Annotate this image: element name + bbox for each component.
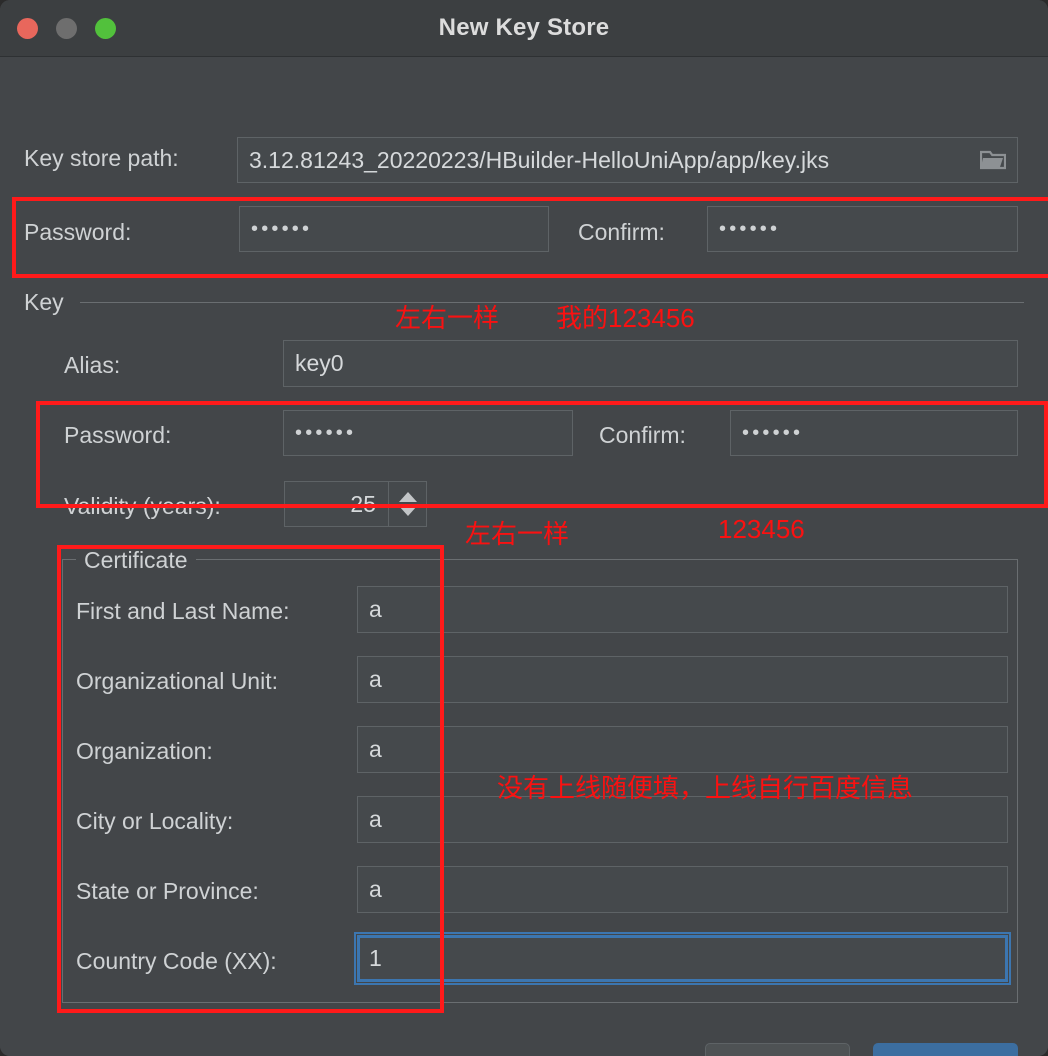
window-title: New Key Store [438,14,610,41]
cert-city-locality-value: a [369,806,382,832]
new-key-store-dialog: New Key Store Key store path: 3.12.81243… [0,0,1048,1056]
title-bar: New Key Store [0,0,1048,57]
certificate-group-label: Certificate [76,547,196,574]
key-password-input[interactable]: •••••• [283,410,573,456]
store-password-input[interactable]: •••••• [239,206,549,252]
cert-country-code-value: 1 [369,945,382,971]
annotation-store-value: 我的123456 [556,303,695,333]
key-store-path-value: 3.12.81243_20220223/HBuilder-HelloUniApp… [249,146,830,173]
key-password-label: Password: [64,422,172,448]
stepper-down-icon[interactable] [398,506,417,516]
annotation-store-same: 左右一样 [395,303,500,333]
ok-button[interactable]: OK [873,1043,1018,1056]
cert-organization-input[interactable]: a [357,726,1008,773]
cert-country-code-label: Country Code (XX): [76,948,277,974]
dialog-body: Key store path: 3.12.81243_20220223/HBui… [0,57,1048,1056]
store-confirm-label: Confirm: [578,219,665,245]
cert-organization-value: a [369,736,382,762]
key-confirm-label: Confirm: [599,422,686,448]
key-group-label: Key [24,289,64,315]
cert-first-last-name-value: a [369,596,382,622]
store-confirm-value: •••••• [719,217,781,240]
key-confirm-input[interactable]: •••••• [730,410,1018,456]
cert-first-last-name-input[interactable]: a [357,586,1008,633]
validity-label: Validity (years): [64,493,221,519]
validity-stepper[interactable]: 25 [284,481,427,527]
validity-stepper-buttons[interactable] [388,482,426,526]
store-confirm-input[interactable]: •••••• [707,206,1018,252]
annotation-key-value: 123456 [718,514,805,544]
annotation-key-same: 左右一样 [465,519,570,549]
stepper-up-icon[interactable] [398,492,417,502]
key-password-value: •••••• [295,421,357,444]
store-password-value: •••••• [251,217,313,240]
alias-label: Alias: [64,352,121,378]
cert-organization-label: Organization: [76,738,213,764]
key-store-path-input[interactable]: 3.12.81243_20220223/HBuilder-HelloUniApp… [237,137,1018,183]
cert-state-province-label: State or Province: [76,878,259,904]
cert-first-last-name-label: First and Last Name: [76,598,290,624]
key-confirm-value: •••••• [742,421,804,444]
cert-state-province-input[interactable]: a [357,866,1008,913]
key-store-path-label: Key store path: [24,145,179,171]
cert-city-locality-input[interactable]: a [357,796,1008,843]
cert-organizational-unit-input[interactable]: a [357,656,1008,703]
cert-organizational-unit-value: a [369,666,382,692]
store-password-label: Password: [24,219,132,245]
cert-country-code-input[interactable]: 1 [354,932,1011,985]
key-group-divider [80,302,1024,303]
alias-input[interactable]: key0 [283,340,1018,387]
cert-organizational-unit-label: Organizational Unit: [76,668,278,694]
alias-value: key0 [295,350,344,376]
folder-icon[interactable] [980,149,1006,171]
cert-city-locality-label: City or Locality: [76,808,234,834]
validity-value[interactable]: 25 [285,482,388,526]
cancel-button[interactable]: Cancel [705,1043,850,1056]
cert-state-province-value: a [369,876,382,902]
